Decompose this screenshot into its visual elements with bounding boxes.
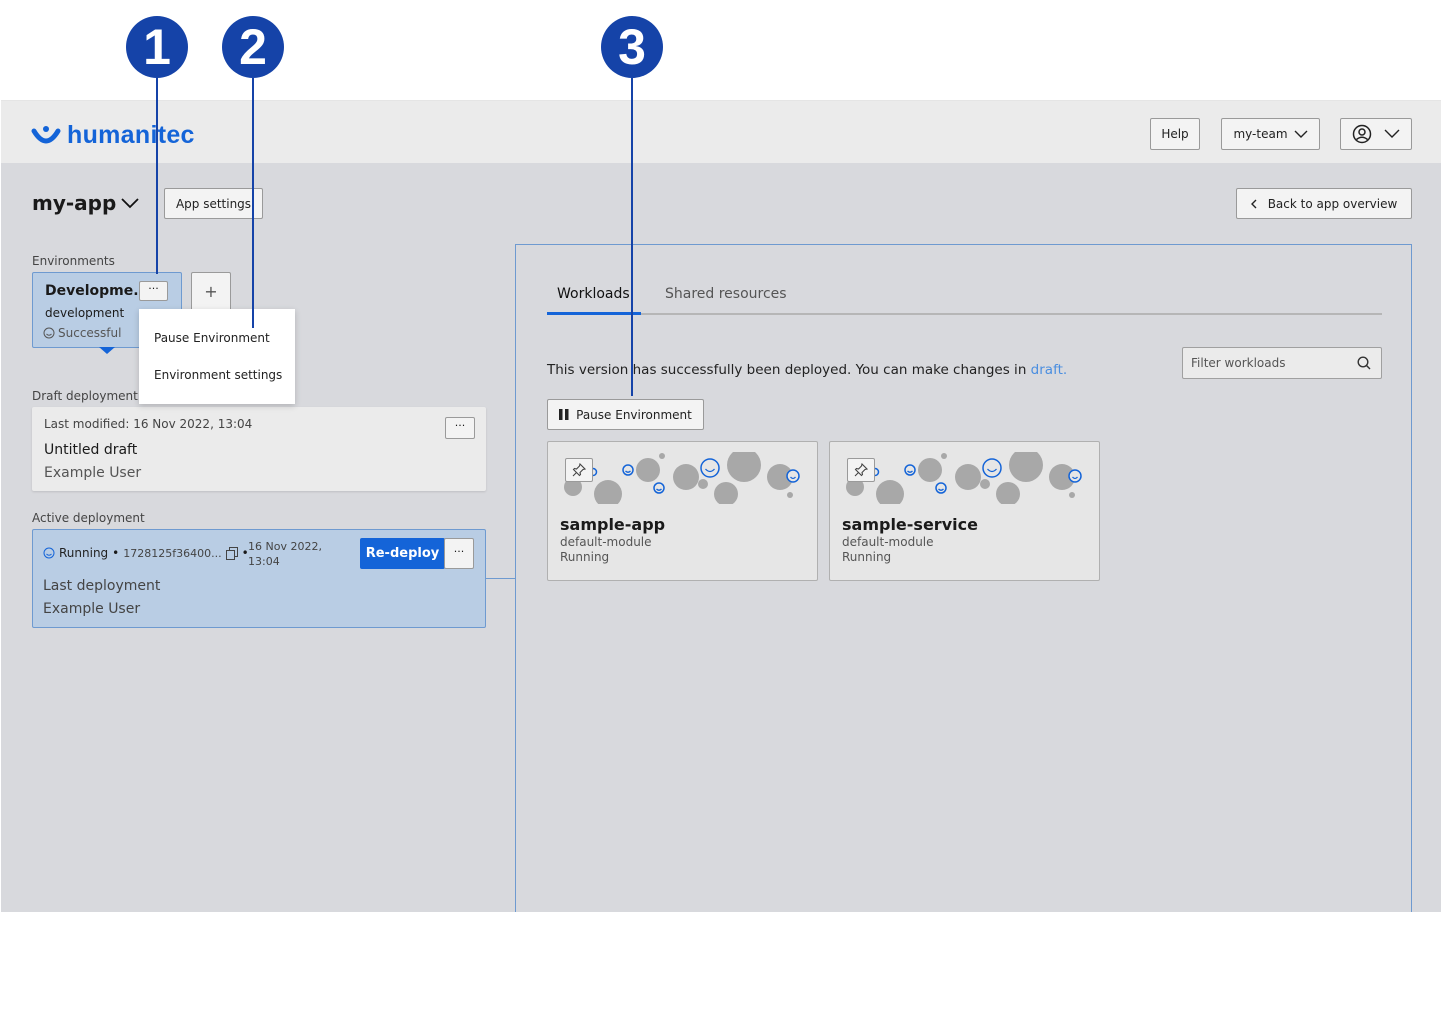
- separator-dot: •: [112, 546, 120, 560]
- annotation-2: 2: [222, 16, 284, 78]
- deployment-message: This version has successfully been deplo…: [547, 362, 1067, 378]
- workload-card[interactable]: sample-service default-module Running: [829, 441, 1100, 581]
- deployment-status: Running: [59, 546, 109, 560]
- draft-user: Example User: [44, 465, 142, 481]
- last-deployment-title: Last deployment: [43, 578, 161, 594]
- environment-name: Developme...: [45, 283, 150, 299]
- chevron-down-icon: [121, 198, 139, 209]
- draft-title: Untitled draft: [44, 442, 138, 458]
- deployment-connector-line: [486, 578, 516, 579]
- workload-name: sample-service: [842, 515, 978, 534]
- app-settings-button[interactable]: App settings: [164, 188, 263, 219]
- smiley-icon: [43, 547, 55, 559]
- back-label: Back to app overview: [1267, 196, 1398, 211]
- environment-status: Successful: [43, 326, 121, 340]
- pause-icon: [559, 409, 569, 420]
- workload-status: Running: [842, 550, 892, 564]
- tab-shared-resources[interactable]: Shared resources: [665, 286, 787, 302]
- draft-link[interactable]: draft.: [1031, 362, 1068, 378]
- annotation-2-line: [252, 78, 254, 328]
- deployment-message-text: This version has successfully been deplo…: [547, 362, 1027, 378]
- environment-context-menu: Pause Environment Environment settings: [139, 309, 295, 404]
- deployment-hash: 1728125f36400...: [123, 546, 222, 560]
- deployment-date-line2: 13:04: [248, 555, 280, 568]
- tab-workloads[interactable]: Workloads: [557, 286, 630, 302]
- environment-status-text: Successful: [58, 326, 122, 340]
- pin-button[interactable]: [847, 458, 875, 482]
- workload-card[interactable]: sample-app default-module Running: [547, 441, 818, 581]
- workload-name: sample-app: [560, 515, 666, 534]
- workload-illustration: [564, 452, 800, 504]
- app-selector[interactable]: my-app: [32, 191, 140, 215]
- active-tab-indicator: [547, 312, 641, 315]
- workload-illustration: [846, 452, 1082, 504]
- deployment-date-line1: 16 Nov 2022,: [248, 540, 322, 553]
- redeploy-button[interactable]: Re-deploy: [360, 538, 445, 569]
- workload-module: default-module: [842, 535, 934, 549]
- search-icon: [1357, 356, 1371, 370]
- chevron-down-icon: [1384, 129, 1400, 138]
- pause-environment-button[interactable]: Pause Environment: [547, 399, 704, 430]
- annotation-3: 3: [601, 16, 663, 78]
- selected-environment-pointer: [99, 347, 115, 354]
- help-label: Help: [1161, 127, 1189, 141]
- draft-modified: Last modified: 16 Nov 2022, 13:04: [44, 417, 253, 431]
- pin-icon: [854, 463, 868, 477]
- deployment-status-row: Running • 1728125f36400... •: [43, 546, 249, 560]
- app-settings-label: App settings: [175, 196, 252, 211]
- humanitec-logo[interactable]: humanitec: [31, 121, 195, 150]
- filter-placeholder: Filter workloads: [1191, 356, 1286, 370]
- help-button[interactable]: Help: [1150, 118, 1200, 150]
- add-environment-button[interactable]: +: [191, 272, 231, 312]
- app-name: my-app: [32, 191, 117, 215]
- workloads-panel: Workloads Shared resources This version …: [515, 244, 1412, 912]
- filter-workloads-input[interactable]: Filter workloads: [1182, 347, 1382, 379]
- menu-item-environment-settings[interactable]: Environment settings: [154, 368, 282, 382]
- draft-deployment-label: Draft deployment: [32, 389, 138, 403]
- pin-icon: [572, 463, 586, 477]
- user-menu-button[interactable]: [1340, 118, 1412, 150]
- team-label: my-team: [1233, 127, 1288, 141]
- draft-deployment-card[interactable]: Last modified: 16 Nov 2022, 13:04 ··· Un…: [32, 407, 486, 491]
- logo-text: humanitec: [67, 121, 195, 149]
- chevron-down-icon: [1294, 130, 1308, 138]
- environments-label: Environments: [32, 254, 115, 268]
- draft-more-button[interactable]: ···: [445, 417, 475, 439]
- environment-id: development: [45, 306, 125, 320]
- chevron-left-icon: [1250, 199, 1257, 208]
- annotation-1-line: [156, 78, 158, 274]
- top-bar: humanitec Help my-team: [1, 101, 1441, 163]
- active-deployment-card[interactable]: Running • 1728125f36400... • 16 Nov 2022…: [32, 529, 486, 628]
- humanitec-logo-icon: [31, 125, 61, 143]
- smiley-icon: [43, 327, 55, 339]
- menu-item-pause-environment[interactable]: Pause Environment: [154, 331, 270, 345]
- workload-status: Running: [560, 550, 610, 564]
- back-to-app-overview-button[interactable]: Back to app overview: [1236, 188, 1412, 219]
- team-selector[interactable]: my-team: [1221, 118, 1320, 150]
- deployment-date: 16 Nov 2022, 13:04: [248, 539, 322, 569]
- app-frame: humanitec Help my-team my-app App settin…: [1, 100, 1441, 912]
- pin-button[interactable]: [565, 458, 593, 482]
- user-avatar-icon: [1352, 124, 1372, 144]
- pause-environment-label: Pause Environment: [576, 407, 692, 422]
- active-deployment-user: Example User: [43, 601, 141, 617]
- workload-module: default-module: [560, 535, 652, 549]
- tabs-divider: [547, 313, 1382, 315]
- annotation-1: 1: [126, 16, 188, 78]
- copy-icon[interactable]: [225, 546, 238, 560]
- annotation-3-line: [631, 78, 633, 396]
- active-more-button[interactable]: ···: [444, 538, 474, 569]
- active-deployment-label: Active deployment: [32, 511, 145, 525]
- environment-more-button[interactable]: ···: [139, 281, 168, 301]
